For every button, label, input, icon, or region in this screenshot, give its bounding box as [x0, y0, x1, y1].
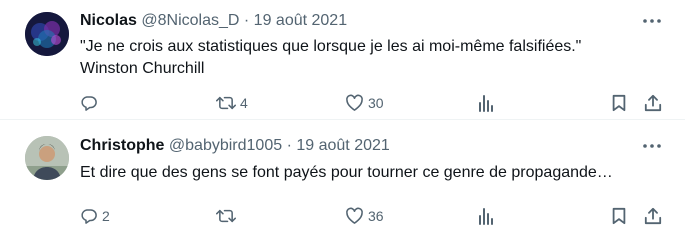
- tweet-text-line: Winston Churchill: [80, 60, 205, 77]
- share-icon: [644, 207, 662, 225]
- share-icon: [644, 94, 662, 112]
- bookmark-icon: [612, 207, 626, 225]
- separator-dot: ·: [243, 12, 250, 29]
- retweet-icon: [216, 96, 236, 110]
- display-name[interactable]: Nicolas: [80, 12, 137, 29]
- like-button[interactable]: 30: [345, 94, 384, 112]
- tweet-date[interactable]: 19 août 2021: [254, 12, 347, 29]
- retweet-count: 4: [240, 95, 248, 111]
- tweet[interactable]: Nicolas @8Nicolas_D · 19 août 2021 "Je n…: [0, 0, 685, 119]
- tweet-actions: 2 36: [0, 207, 685, 229]
- bookmark-button[interactable]: [611, 94, 627, 112]
- tweet-header: Christophe @babybird1005 · 19 août 2021: [80, 136, 645, 156]
- reply-count: 2: [102, 208, 110, 224]
- more-icon: [643, 144, 661, 148]
- bookmark-icon: [612, 94, 626, 112]
- user-handle[interactable]: @8Nicolas_D: [141, 12, 239, 29]
- tweet-text-line: "Je ne crois aux statistiques que lorsqu…: [80, 38, 582, 55]
- retweet-icon: [216, 209, 236, 223]
- display-name[interactable]: Christophe: [80, 137, 164, 154]
- share-button[interactable]: [644, 207, 662, 225]
- separator-dot: ·: [286, 137, 292, 154]
- retweet-button[interactable]: 4: [216, 94, 248, 112]
- views-icon: [479, 95, 493, 112]
- tweet-text: Et dire que des gens se font payés pour …: [80, 162, 665, 184]
- share-button[interactable]: [644, 94, 662, 112]
- tweet-actions: 4 30: [0, 94, 685, 116]
- like-icon: [346, 94, 363, 111]
- like-count: 36: [368, 208, 384, 224]
- avatar[interactable]: [25, 12, 69, 56]
- more-options-button[interactable]: [641, 11, 663, 31]
- retweet-button[interactable]: [216, 207, 240, 225]
- tweet-header: Nicolas @8Nicolas_D · 19 août 2021: [80, 11, 645, 31]
- reply-icon: [81, 96, 97, 111]
- more-icon: [643, 19, 661, 23]
- reply-button[interactable]: [80, 94, 102, 112]
- views-button[interactable]: [478, 94, 494, 112]
- like-count: 30: [368, 95, 384, 111]
- like-button[interactable]: 36: [345, 207, 384, 225]
- tweet-text: "Je ne crois aux statistiques que lorsqu…: [80, 36, 665, 80]
- reply-icon: [81, 209, 97, 224]
- reply-button[interactable]: 2: [80, 207, 110, 225]
- avatar[interactable]: [25, 136, 69, 180]
- bookmark-button[interactable]: [611, 207, 627, 225]
- views-icon: [479, 208, 493, 225]
- tweet-date[interactable]: 19 août 2021: [296, 137, 389, 154]
- avatar-image: [25, 12, 69, 56]
- avatar-image: [25, 136, 69, 180]
- like-icon: [346, 207, 363, 224]
- user-handle[interactable]: @babybird1005: [169, 137, 282, 154]
- views-button[interactable]: [478, 207, 494, 225]
- more-options-button[interactable]: [641, 136, 663, 156]
- tweet-text-line: Et dire que des gens se font payés pour …: [80, 164, 613, 181]
- tweet[interactable]: Christophe @babybird1005 · 19 août 2021 …: [0, 119, 685, 240]
